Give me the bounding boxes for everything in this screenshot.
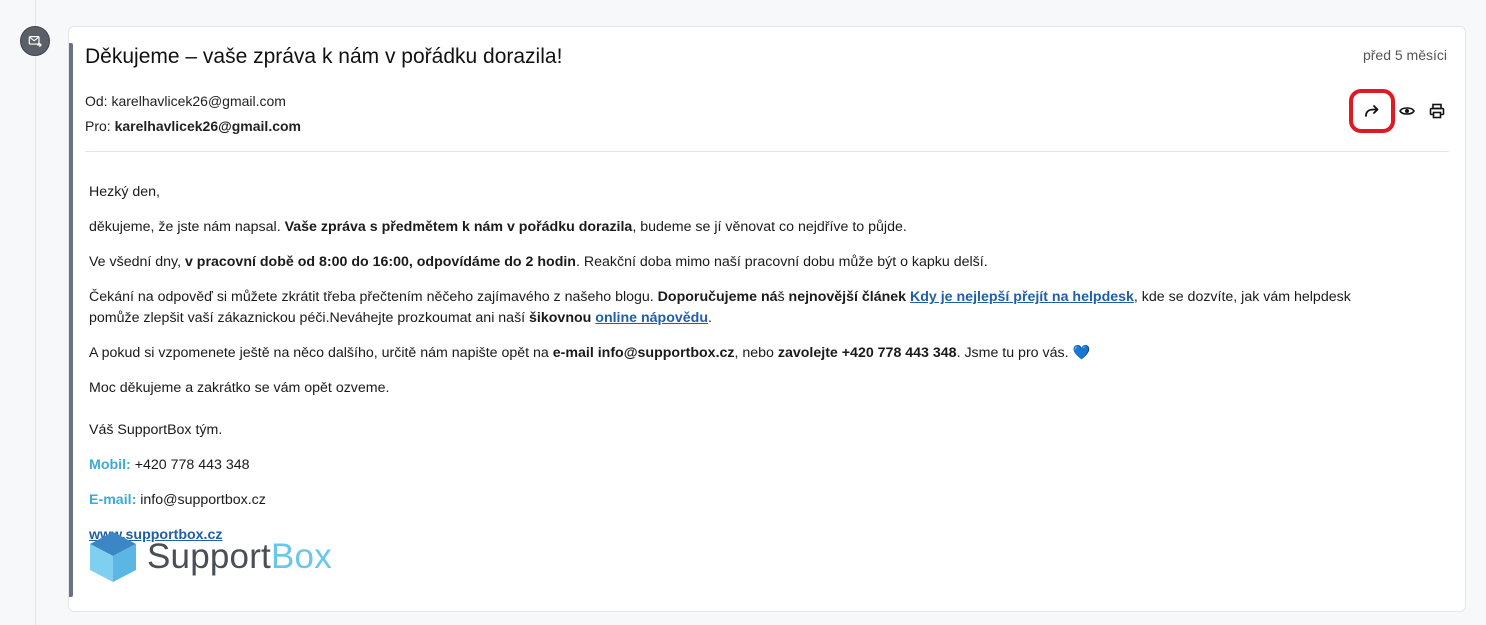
header-divider [85,151,1449,152]
bold-text: Vaše zpráva s předmětem k nám v pořádku … [284,219,633,235]
text: . [708,310,712,326]
blue-heart-icon: 💙 [1072,345,1091,361]
text: , nebo [734,345,778,361]
text: š [777,289,789,305]
signature-email: E-mail: info@supportbox.cz [89,490,1389,511]
to-value: karelhavlicek26@gmail.com [114,118,302,134]
forward-icon [1365,105,1379,117]
supportbox-logo: SupportBox [89,531,332,583]
from-value: karelhavlicek26@gmail.com [111,93,286,109]
text: Ve všední dny, [89,254,185,270]
text: Čekání na odpověď si můžete zkrátit třeb… [89,289,658,305]
view-original-button[interactable] [1397,101,1417,121]
email-label: E-mail: [89,492,137,508]
bold-text: Doporučujeme ná [657,289,778,305]
message-accent-bar [69,43,73,597]
body-paragraph-1: děkujeme, že jste nám napsal. Vaše zpráv… [89,217,1389,238]
bold-text: zavolejte +420 778 443 348 [777,345,957,361]
text: . Jsme tu pro vás. [956,345,1073,361]
text: děkujeme, že jste nám napsal. [89,219,285,235]
email-message-card: Děkujeme – vaše zpráva k nám v pořádku d… [68,26,1466,612]
timeline-line [35,0,36,625]
bold-text: nejnovější článek [788,289,907,305]
email-value: info@supportbox.cz [136,492,266,508]
mobile-label: Mobil: [89,457,131,473]
eye-icon [1399,107,1415,115]
bold-text: šikovnou [529,310,592,326]
email-to: Pro: karelhavlicek26@gmail.com [85,118,301,134]
body-paragraph-5: Moc děkujeme a zakrátko se vám opět ozve… [89,380,390,396]
cube-logo-icon [90,532,136,582]
greeting: Hezký den, [89,184,160,200]
email-body: Hezký den, děkujeme, že jste nám napsal.… [89,182,1389,560]
email-subject: Děkujeme – vaše zpráva k nám v pořádku d… [85,45,563,68]
to-label: Pro: [85,118,111,134]
sign-off: Váš SupportBox tým. [89,422,223,438]
text: , budeme se jí věnovat co nejdříve to pů… [632,219,907,235]
bold-text: e-mail info@supportbox.cz [552,345,735,361]
print-button[interactable] [1427,101,1447,121]
blog-article-link[interactable]: Kdy je nejlepší přejít na helpdesk [910,289,1134,305]
online-help-link[interactable]: online nápovědu [595,310,708,326]
from-label: Od: [85,93,108,109]
text: . Reakční doba mimo naší pracovní dobu m… [575,254,988,270]
email-from: Od: karelhavlicek26@gmail.com [85,93,286,109]
body-paragraph-2: Ve všední dny, v pracovní době od 8:00 d… [89,252,1389,273]
logo-word-box: Box [271,537,332,576]
signature-mobile: Mobil: +420 778 443 348 [89,455,1389,476]
message-actions [1349,89,1447,133]
body-paragraph-4: A pokud si vzpomenete ještě na něco dalš… [89,343,1389,364]
logo-wordmark: SupportBox [147,537,332,577]
print-icon [1429,103,1445,119]
email-event-icon [20,26,50,56]
logo-word-support: Support [147,537,271,576]
mobile-value: +420 778 443 348 [130,457,250,473]
body-paragraph-3: Čekání na odpověď si můžete zkrátit třeb… [89,287,1389,329]
forward-button[interactable] [1349,89,1395,133]
bold-text: v pracovní době od 8:00 do 16:00, odpoví… [184,254,576,270]
text: A pokud si vzpomenete ještě na něco dalš… [89,345,553,361]
email-timestamp: před 5 měsíci [1362,47,1447,63]
